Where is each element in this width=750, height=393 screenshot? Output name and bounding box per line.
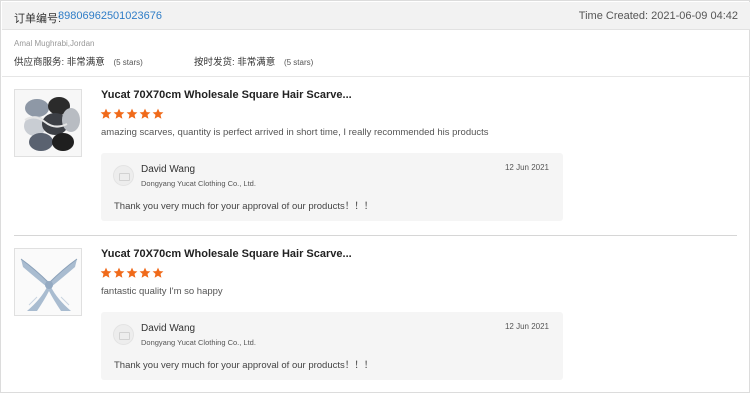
reply-author-name: David Wang	[141, 164, 196, 175]
order-header: 订单编号: 89806962501023676 Time Created: 20…	[2, 2, 750, 30]
reply-company-name: Dongyang Yucat Clothing Co., Ltd.	[141, 179, 256, 188]
supplier-service-label: 供应商服务:	[14, 57, 65, 68]
star-icon	[100, 108, 112, 120]
reply-company-name: Dongyang Yucat Clothing Co., Ltd.	[141, 338, 256, 347]
scarf-bundle-image	[15, 90, 81, 156]
on-time-shipping-value: 非常满意	[237, 57, 276, 68]
time-created: Time Created: 2021-06-09 04:42	[578, 10, 738, 22]
star-icon	[100, 267, 112, 279]
reply-date: 12 Jun 2021	[504, 322, 549, 331]
supplier-service-value: 非常满意	[66, 57, 105, 68]
product-title-link[interactable]: Yucat 70X70cm Wholesale Square Hair Scar…	[101, 89, 352, 101]
buyer-name-location: Amal Mughrabi,Jordan	[14, 39, 95, 48]
on-time-shipping-stars-note: (5 stars)	[283, 58, 314, 67]
supplier-service-stars-note: (5 stars)	[113, 58, 143, 67]
star-icon	[113, 108, 125, 120]
on-time-shipping-label: 按时发货:	[194, 57, 235, 68]
supplier-avatar	[113, 324, 134, 345]
section-divider	[2, 76, 750, 77]
reply-date: 12 Jun 2021	[504, 163, 549, 172]
product-thumbnail[interactable]	[14, 248, 82, 316]
star-icon	[113, 267, 125, 279]
review-star-rating	[100, 108, 164, 122]
reply-message: Thank you very much for your approval of…	[114, 360, 374, 371]
order-review-panel: 订单编号: 89806962501023676 Time Created: 20…	[0, 0, 750, 393]
star-icon	[139, 108, 151, 120]
supplier-avatar	[113, 165, 134, 186]
order-number-label: 订单编号:	[14, 13, 62, 25]
supplier-service-rating: 供应商服务: 非常满意 (5 stars)	[14, 54, 143, 68]
supplier-reply: David Wang Dongyang Yucat Clothing Co., …	[101, 312, 563, 380]
reply-author-name: David Wang	[141, 323, 196, 334]
star-icon	[139, 267, 151, 279]
supplier-reply: David Wang Dongyang Yucat Clothing Co., …	[101, 153, 563, 221]
review-text: fantastic quality I'm so happy	[101, 286, 223, 297]
reply-message: Thank you very much for your approval of…	[114, 201, 374, 212]
order-number-link[interactable]: 89806962501023676	[58, 10, 162, 22]
star-icon	[126, 108, 138, 120]
star-icon	[126, 267, 138, 279]
tied-scarf-image	[15, 249, 81, 315]
star-icon	[152, 108, 164, 120]
review-star-rating	[100, 267, 164, 281]
product-thumbnail[interactable]	[14, 89, 82, 157]
review-divider	[14, 235, 737, 236]
on-time-shipping-rating: 按时发货: 非常满意 (5 stars)	[194, 54, 313, 68]
star-icon	[152, 267, 164, 279]
product-title-link[interactable]: Yucat 70X70cm Wholesale Square Hair Scar…	[101, 248, 352, 260]
review-text: amazing scarves, quantity is perfect arr…	[101, 127, 489, 138]
